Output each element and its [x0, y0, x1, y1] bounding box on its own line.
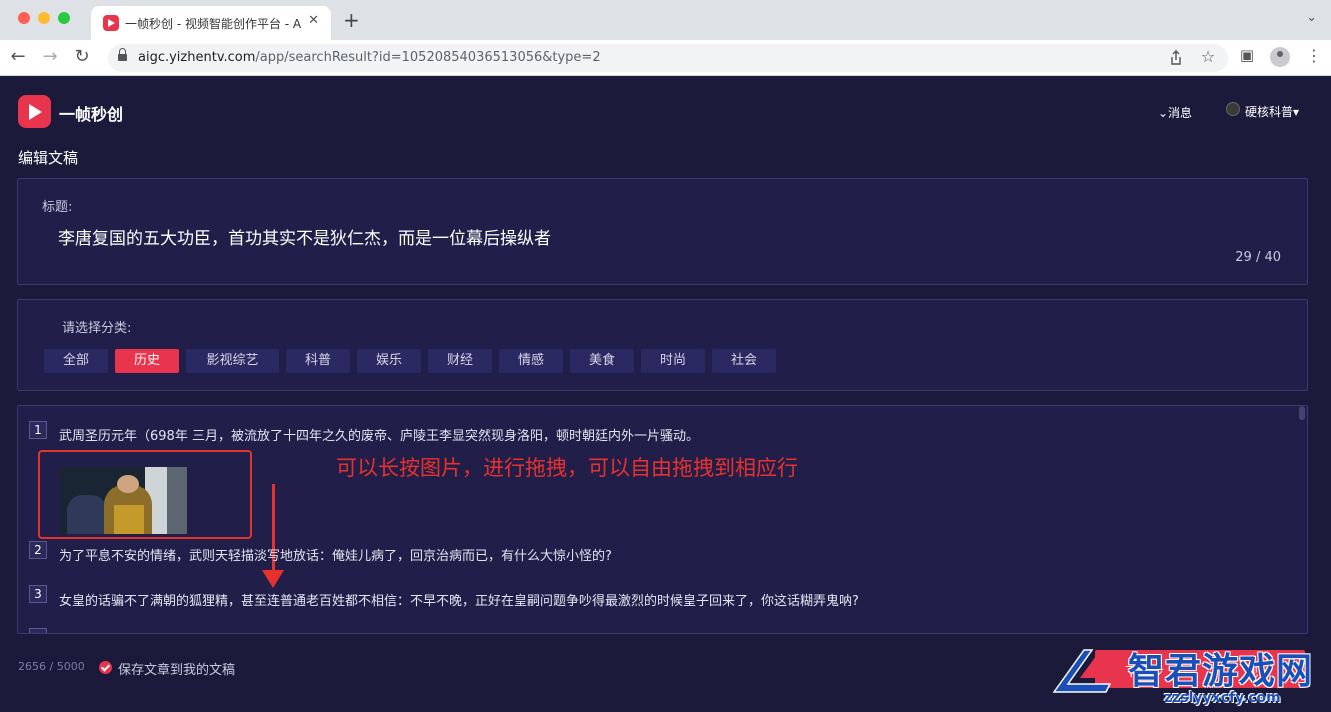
profile-avatar-icon[interactable] — [1270, 47, 1290, 67]
watermark-logo-icon — [1052, 649, 1116, 693]
category-science[interactable]: 科普 — [286, 349, 350, 373]
browser-toolbar: ← → ↻ aigc.yizhentv.com/app/searchResult… — [0, 40, 1331, 76]
tab-close-icon[interactable]: ✕ — [308, 13, 319, 28]
category-society[interactable]: 社会 — [712, 349, 776, 373]
share-icon[interactable] — [1169, 50, 1183, 66]
maximize-window-button[interactable] — [58, 12, 70, 24]
category-film[interactable]: 影视综艺 — [186, 349, 279, 373]
url-path: /app/searchResult?id=10520854036513056&t… — [255, 50, 601, 65]
url-host: aigc.yizhentv.com — [138, 50, 256, 65]
content-editor[interactable]: 1 武周圣历元年（698年 三月，被流放了十四年之久的废帝、庐陵王李显突然现身洛… — [17, 405, 1308, 634]
category-panel: 请选择分类: 全部 历史 影视综艺 科普 娱乐 财经 情感 美食 时尚 社会 — [17, 299, 1308, 391]
tab-title: 一帧秒创 - 视频智能创作平台 - A — [125, 17, 302, 31]
close-window-button[interactable] — [18, 12, 30, 24]
minimize-window-button[interactable] — [38, 12, 50, 24]
browser-tab[interactable]: 一帧秒创 - 视频智能创作平台 - A ✕ — [91, 6, 331, 40]
address-bar[interactable]: aigc.yizhentv.com/app/searchResult?id=10… — [108, 44, 1228, 72]
tab-favicon-icon — [103, 15, 119, 31]
title-input[interactable]: 李唐复国的五大功臣，首功其实不是狄仁杰，而是一位幕后操纵者 — [58, 224, 551, 249]
category-history[interactable]: 历史 — [115, 349, 179, 373]
paragraph-text[interactable]: 为了平息不安的情绪，武则天轻描淡写地放话：俺娃儿病了，回京治病而已，有什么大惊小… — [59, 545, 612, 564]
tab-search-icon[interactable]: ⌄ — [1306, 10, 1317, 25]
page-title: 编辑文稿 — [18, 149, 79, 167]
title-label: 标题: — [42, 200, 73, 215]
back-button[interactable]: ← — [6, 46, 30, 67]
annotation-text: 可以长按图片，进行拖拽，可以自由拖拽到相应行 — [336, 456, 798, 480]
title-char-counter: 29 / 40 — [1235, 250, 1281, 265]
watermark: 智君游戏网 zzslyyxcfy.com — [1050, 644, 1331, 712]
watermark-url: zzslyyxcfy.com — [1164, 690, 1281, 706]
paragraph-text[interactable]: 女皇的话骗不了满朝的狐狸精，甚至连普通老百姓都不相信：不早不晚，正好在皇嗣问题争… — [59, 590, 859, 609]
sidebar-icon[interactable]: ▣ — [1237, 46, 1257, 64]
paragraph-text[interactable]: 武周圣历元年（698年 三月，被流放了十四年之久的废帝、庐陵王李显突然现身洛阳，… — [59, 425, 699, 444]
watermark-text: 智君游戏网 — [1128, 651, 1314, 692]
save-checkbox-icon[interactable] — [99, 661, 112, 674]
tab-strip: 一帧秒创 - 视频智能创作平台 - A ✕ + ⌄ — [0, 0, 1331, 40]
app-logo-icon[interactable] — [18, 95, 51, 128]
category-emotion[interactable]: 情感 — [499, 349, 563, 373]
line-number-partial — [29, 628, 47, 633]
lock-icon — [118, 48, 127, 63]
messages-button[interactable]: ⌄消息 — [1158, 104, 1192, 121]
category-finance[interactable]: 财经 — [428, 349, 492, 373]
line-number: 2 — [29, 541, 47, 559]
line-number: 3 — [29, 585, 47, 603]
browser-menu-icon[interactable]: ⋮ — [1304, 46, 1324, 65]
url-text[interactable]: aigc.yizhentv.com/app/searchResult?id=10… — [138, 50, 601, 65]
line-number: 1 — [29, 421, 47, 439]
browser-chrome: 一帧秒创 - 视频智能创作平台 - A ✕ + ⌄ ← → ↻ aigc.yiz… — [0, 0, 1331, 76]
app-name[interactable]: 一帧秒创 — [59, 101, 123, 125]
user-avatar[interactable] — [1226, 102, 1240, 116]
user-menu[interactable]: 硬核科普▾ — [1245, 103, 1299, 120]
category-label: 请选择分类: — [62, 321, 132, 336]
category-entertainment[interactable]: 娱乐 — [357, 349, 421, 373]
word-count: 2656 / 5000 — [18, 660, 85, 673]
forward-button[interactable]: → — [38, 46, 62, 67]
category-all[interactable]: 全部 — [44, 349, 108, 373]
editor-scrollbar[interactable] — [1299, 406, 1305, 420]
annotation-arrow-head-icon — [262, 570, 284, 588]
reload-button[interactable]: ↻ — [70, 46, 94, 67]
annotation-highlight-box — [38, 450, 252, 539]
bookmark-star-icon[interactable]: ☆ — [1198, 47, 1218, 66]
category-food[interactable]: 美食 — [570, 349, 634, 373]
new-tab-button[interactable]: + — [343, 8, 360, 32]
save-to-drafts-label[interactable]: 保存文章到我的文稿 — [118, 659, 235, 678]
title-panel: 标题: 李唐复国的五大功臣，首功其实不是狄仁杰，而是一位幕后操纵者 29 / 4… — [17, 178, 1308, 285]
category-fashion[interactable]: 时尚 — [641, 349, 705, 373]
